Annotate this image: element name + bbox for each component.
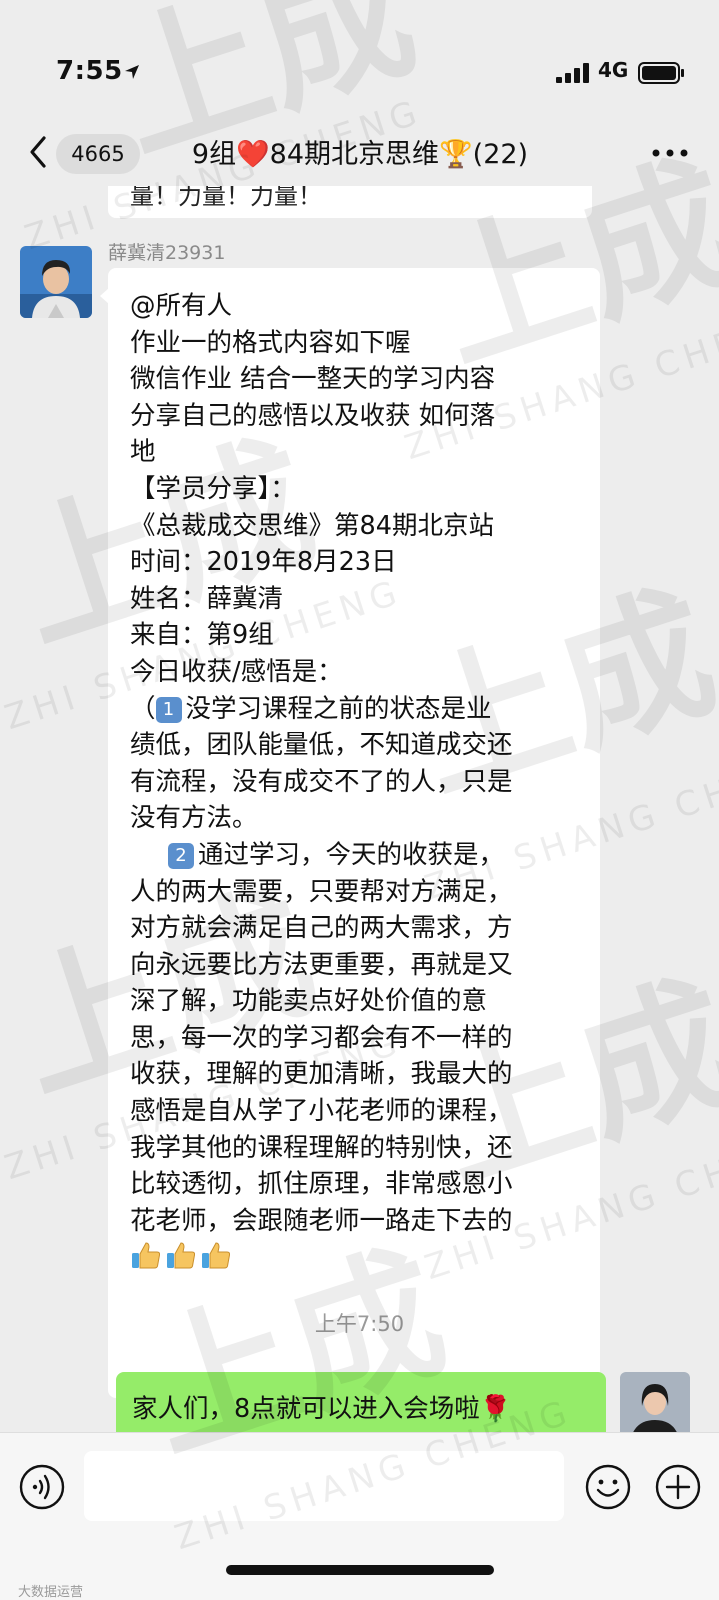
message-line-item-1: （1 没学习课程之前的状态是业 [130, 691, 578, 728]
message-line: 深了解，功能卖点好处价值的意 [130, 986, 488, 1017]
my-avatar[interactable] [620, 1372, 690, 1432]
network-type: 4G [598, 58, 629, 82]
message-line: 绩低，团队能量低，不知道成交还 [130, 730, 513, 761]
message-line: 今日收获/感悟是： [130, 656, 343, 687]
item-1-text: 没学习课程之前的状态是业 [185, 693, 492, 724]
message-line: 向永远要比方法更重要，再就是又 [130, 949, 513, 980]
number-badge-1: 1 [155, 696, 182, 723]
message-line: 微信作业 结合一整天的学习内容 [130, 364, 496, 395]
location-arrow-icon [125, 65, 139, 79]
emoji-icon[interactable] [584, 1463, 632, 1511]
message-line: 有流程，没有成交不了的人，只是 [130, 766, 513, 797]
message-line: 人的两大需要，只要帮对方满足， [130, 876, 513, 907]
previous-message-text: 量！力量！力量！ [130, 186, 322, 210]
message-line: 来自：第9组 [130, 620, 274, 651]
message-line: 姓名：薛冀清 [130, 583, 284, 614]
message-line: 《总裁成交思维》第84期北京站 [130, 510, 494, 541]
chat-messages[interactable]: 量！力量！力量！ 薛冀清23931 @所有人 作业一的格式内容如下喔 微信作业 … [0, 186, 719, 1432]
message-line: 作业一的格式内容如下喔 [130, 327, 411, 358]
chat-header: 4665 9组❤️84期北京思维🏆(22) [0, 110, 719, 186]
message-line-item-2: 2 通过学习，今天的收获是， [130, 837, 578, 874]
message-line: 花老师，会跟随老师一路走下去的 [130, 1205, 513, 1236]
message-line: 地 [130, 437, 156, 468]
previous-message-bubble[interactable]: 量！力量！力量！ [108, 186, 592, 218]
item-prefix: （ [130, 693, 156, 724]
timestamp-divider: 上午7:50 [314, 1312, 405, 1336]
more-dots-icon[interactable] [650, 148, 690, 158]
message-line: 分享自己的感悟以及收获 如何落 [130, 400, 496, 431]
plus-circle-icon[interactable] [654, 1463, 702, 1511]
status-bar: 7:55 4G [0, 0, 719, 110]
message-line: 对方就会满足自己的两大需求，方 [130, 913, 513, 944]
message-line: 比较透彻，抓住原理，非常感恩小 [130, 1169, 513, 1200]
outgoing-message-bubble[interactable]: 家人们，8点就可以进入会场啦🌹 [116, 1372, 606, 1432]
message-line: 感悟是自从学了小花老师的课程， [130, 1096, 513, 1127]
chevron-left-icon[interactable] [26, 134, 50, 170]
number-badge-2: 2 [168, 842, 194, 869]
signal-bars-icon [556, 63, 589, 83]
voice-input-icon[interactable] [18, 1463, 66, 1511]
message-input[interactable] [84, 1451, 564, 1521]
thumbs-up-icon [167, 1242, 196, 1269]
battery-icon [638, 62, 684, 84]
message-line: 时间：2019年8月23日 [130, 547, 397, 578]
input-bar: 大数据运营 [0, 1432, 719, 1600]
status-time: 7:55 [56, 56, 123, 86]
message-line: 【学员分享】： [130, 473, 296, 504]
sender-avatar[interactable] [20, 246, 92, 318]
home-indicator [226, 1565, 494, 1575]
thumbs-up-icon [202, 1242, 231, 1269]
chat-title: 9组❤️84期北京思维🏆(22) [191, 139, 529, 170]
message-line: 我学其他的课程理解的特别快，还 [130, 1132, 513, 1163]
thumbs-row [130, 1239, 578, 1276]
message-line: 没有方法。 [130, 803, 258, 834]
message-line: 收获，理解的更加清晰，我最大的 [130, 1059, 513, 1090]
source-credit: 大数据运营 [18, 1585, 84, 1600]
item-2-text: 通过学习，今天的收获是， [198, 839, 505, 870]
unread-count-badge[interactable]: 4665 [56, 134, 140, 174]
thumbs-up-icon [132, 1242, 161, 1269]
outgoing-message-text: 家人们，8点就可以进入会场啦🌹 [132, 1394, 512, 1424]
message-line: @所有人 [130, 291, 233, 321]
message-line: 思，每一次的学习都会有不一样的 [130, 1022, 513, 1053]
sender-name: 薛冀清23931 [108, 242, 226, 264]
message-bubble[interactable]: @所有人 作业一的格式内容如下喔 微信作业 结合一整天的学习内容 分享自己的感悟… [100, 268, 600, 1398]
